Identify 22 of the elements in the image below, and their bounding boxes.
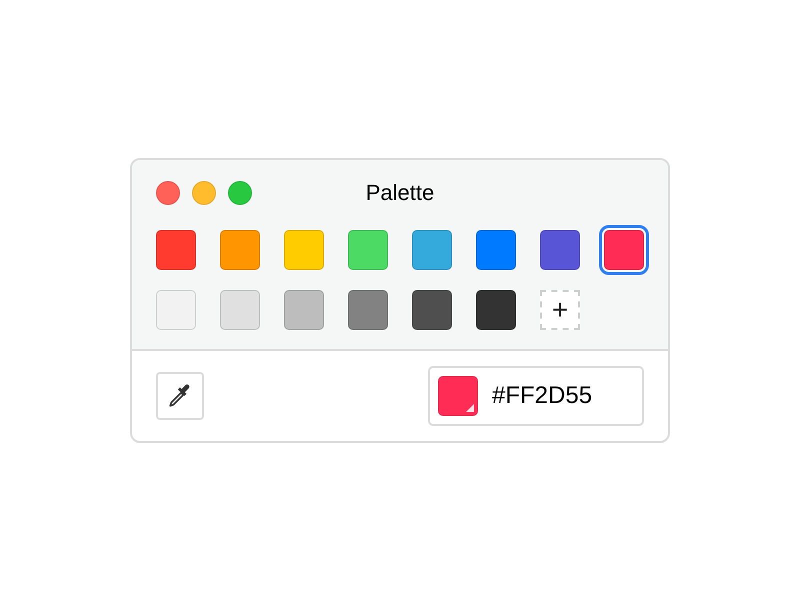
color-swatch[interactable] bbox=[476, 230, 516, 270]
color-swatch[interactable] bbox=[476, 290, 516, 330]
color-swatch[interactable] bbox=[220, 230, 260, 270]
minimize-button[interactable] bbox=[192, 180, 216, 204]
add-color-button[interactable]: + bbox=[540, 290, 580, 330]
color-swatch[interactable] bbox=[412, 290, 452, 330]
hex-value: #FF2D55 bbox=[492, 380, 592, 410]
eyedropper-button[interactable] bbox=[156, 372, 204, 420]
color-swatch[interactable] bbox=[156, 290, 196, 330]
window-title: Palette bbox=[366, 179, 434, 207]
color-swatch[interactable] bbox=[284, 290, 324, 330]
color-swatch[interactable] bbox=[348, 230, 388, 270]
color-swatch[interactable] bbox=[156, 230, 196, 270]
close-button[interactable] bbox=[156, 180, 180, 204]
color-swatch[interactable] bbox=[348, 290, 388, 330]
hex-color-field[interactable]: #FF2D55 bbox=[428, 366, 644, 426]
corner-icon bbox=[466, 404, 474, 412]
color-swatch[interactable] bbox=[284, 230, 324, 270]
color-swatch[interactable] bbox=[412, 230, 452, 270]
color-swatch[interactable] bbox=[220, 290, 260, 330]
color-swatch[interactable] bbox=[540, 230, 580, 270]
zoom-button[interactable] bbox=[228, 180, 252, 204]
